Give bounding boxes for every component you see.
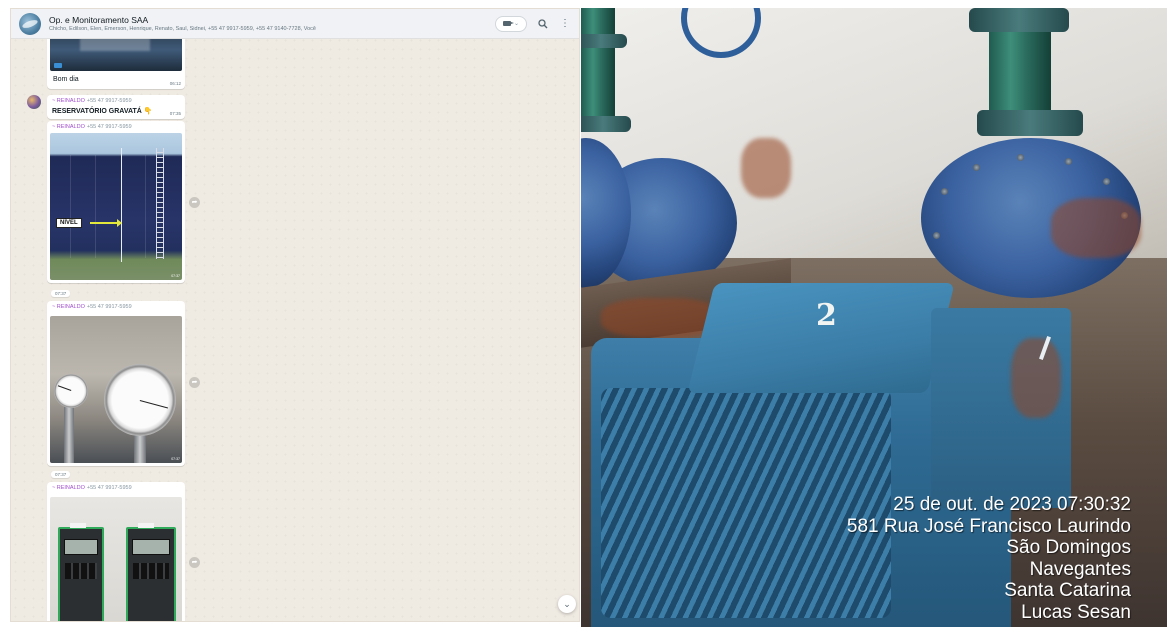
rust-patch (1011, 338, 1061, 418)
tank-ladder (156, 147, 164, 260)
pump-room-photo: 2 25 de out. de 2023 07:30:32 581 Rua Jo… (581, 8, 1167, 627)
pressure-gauge-small (54, 374, 88, 408)
pressure-gauge-large (104, 364, 176, 436)
more-vertical-icon: ⋮ (560, 18, 570, 29)
photo-timestamp-overlay: 25 de out. de 2023 07:30:32 581 Rua José… (847, 494, 1131, 623)
stamp-state: Santa Catarina (1004, 580, 1131, 601)
tank-photo-thumbnail[interactable]: NÍVEL 07:37 (50, 133, 182, 280)
bolt (1103, 178, 1110, 185)
time-chip: 07:37 (51, 290, 71, 297)
bolt (973, 164, 980, 171)
search-button[interactable] (537, 18, 549, 30)
sender-phone: +55 47 9917-5959 (86, 124, 132, 130)
chevron-down-icon: ⌄ (513, 21, 520, 27)
message-sender[interactable]: ~ REINALDO +55 47 9917-5959 (52, 304, 132, 311)
group-name: Op. e Monitoramento SAA (49, 14, 149, 25)
forward-icon[interactable]: ➦ (189, 377, 200, 388)
search-icon (538, 18, 548, 28)
pipe-flange (581, 116, 631, 132)
stamp-city: Navegantes (1029, 558, 1131, 580)
message-text: Bom dia (53, 76, 79, 83)
bolt (941, 188, 948, 195)
video-call-button[interactable]: ⌄ (495, 15, 527, 32)
bolt (1065, 158, 1072, 165)
photo-stamp-time: 07:37 (171, 457, 180, 461)
message-bubble-image[interactable]: ~ REINALDO +55 47 9917-5959 (47, 482, 185, 621)
stamp-neighborhood: São Domingos (1006, 537, 1131, 558)
stamp-address: 581 Rua José Francisco Laurindo (846, 515, 1131, 537)
pressure-gauges-thumbnail[interactable]: 07:37 (50, 316, 182, 463)
chat-header[interactable]: Op. e Monitoramento SAA Chicho, Edilson,… (11, 9, 579, 39)
group-members: Chicho, Edilson, Elen, Emerson, Henrique… (49, 25, 316, 32)
group-avatar[interactable] (19, 12, 41, 35)
stamp-date: 25 de out. de 2023 07:30:32 (893, 494, 1131, 515)
frequency-inverter (126, 523, 176, 621)
photo-stamp-time: 07:37 (171, 274, 180, 278)
sender-name: ~ REINALDO (52, 485, 85, 491)
scroll-to-bottom-button[interactable]: ⌄ (558, 595, 576, 613)
level-arrow (90, 219, 122, 227)
rust-patch (1051, 198, 1141, 258)
time-chip: 07:37 (51, 471, 71, 478)
menu-button[interactable]: ⋮ (559, 18, 571, 30)
message-bubble-image[interactable]: ~ REINALDO +55 47 9917-5959 NÍVEL 07:37 (47, 121, 185, 283)
message-time: 07:35 (169, 111, 181, 116)
message-text: RESERVATÓRIO GRAVATÁ 👇 (52, 108, 153, 115)
message-bubble-text[interactable]: ~ REINALDO +55 47 9917-5959 RESERVATÓRIO … (47, 95, 185, 119)
sender-avatar[interactable] (27, 95, 41, 109)
pipe-flange (977, 110, 1083, 136)
message-sender[interactable]: ~ REINALDO +55 47 9917-5959 (52, 98, 132, 105)
video-camera-icon (502, 21, 514, 26)
chat-header-info[interactable]: Op. e Monitoramento SAA Chicho, Edilson,… (49, 15, 495, 33)
sender-phone: +55 47 9917-5959 (86, 98, 132, 104)
stamp-author: Lucas Sesan (1021, 601, 1131, 623)
message-sender[interactable]: ~ REINALDO +55 47 9917-5959 (52, 485, 132, 492)
sender-name: ~ REINALDO (52, 124, 85, 130)
forward-icon[interactable]: ➦ (189, 557, 200, 568)
green-pipe (581, 8, 615, 128)
pipe-flange (581, 34, 627, 48)
sender-name: ~ REINALDO (52, 304, 85, 310)
chat-panel: Op. e Monitoramento SAA Chicho, Edilson,… (10, 8, 580, 622)
forward-icon[interactable]: ➦ (189, 197, 200, 208)
message-sender[interactable]: ~ REINALDO +55 47 9917-5959 (52, 124, 132, 131)
rust-patch (741, 138, 791, 198)
level-indicator-pole (121, 147, 122, 263)
screenshot-root: Op. e Monitoramento SAA Chicho, Edilson,… (0, 0, 1170, 627)
tank-rib (95, 155, 96, 258)
bolt (933, 232, 940, 239)
pump-number-label: 2 (816, 298, 837, 333)
sender-name: ~ REINALDO (52, 98, 85, 104)
message-bubble-image[interactable]: ~ REINALDO +55 47 9917-5959 07:37 (47, 301, 185, 466)
pipe-flange (969, 8, 1069, 32)
chevron-down-icon: ⌄ (563, 599, 571, 609)
sender-phone: +55 47 9917-5959 (86, 485, 132, 491)
bolt (1017, 154, 1024, 161)
level-label: NÍVEL (56, 218, 82, 228)
media-badge-icon (54, 63, 62, 68)
tank-rib (145, 155, 146, 258)
message-time: 06:12 (169, 81, 181, 86)
tank-rib (70, 155, 71, 258)
header-actions: ⌄ ⋮ (495, 15, 571, 32)
inverter-panels-thumbnail[interactable] (50, 497, 182, 621)
frequency-inverter (58, 523, 104, 621)
sender-phone: +55 47 9917-5959 (86, 304, 132, 310)
